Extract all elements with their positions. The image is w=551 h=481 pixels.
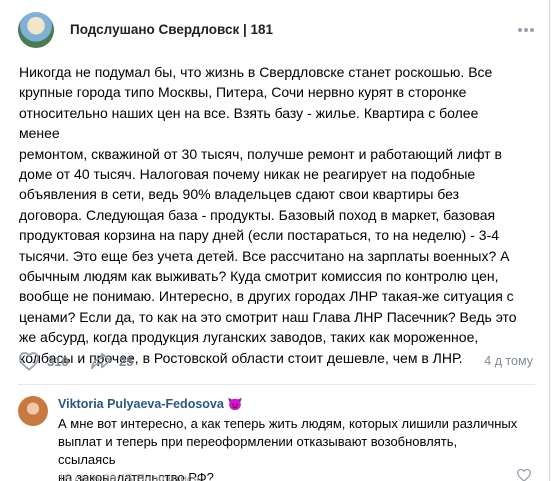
comment-author-name[interactable]: Viktoria Pulyaeva-Fedosova [58, 397, 224, 411]
heart-icon [516, 468, 532, 481]
post-text: Никогда не подумал бы, что жизнь в Сверд… [19, 64, 517, 366]
author-emoji: 😈 [227, 397, 243, 411]
commenter-avatar[interactable] [18, 396, 48, 426]
group-title[interactable]: Подслушано Свердловск | 181 [70, 22, 273, 37]
comment: Viktoria Pulyaeva-Fedosova 😈 А мне вот ин… [18, 396, 538, 481]
post-header: Подслушано Свердловск | 181 [18, 12, 538, 48]
post-actions: 310 25 4 д тому [18, 350, 533, 372]
like-count: 310 [47, 353, 69, 369]
share-button[interactable]: 25 [90, 350, 133, 372]
post-date[interactable]: 4 д тому [484, 354, 533, 368]
heart-icon [18, 352, 40, 371]
comment-author[interactable]: Viktoria Pulyaeva-Fedosova 😈 [58, 397, 243, 411]
comment-like-button[interactable] [516, 468, 532, 481]
comment-meta[interactable]: 15 січ о 20:15 Поділитися [58, 472, 199, 481]
more-icon[interactable] [516, 22, 536, 38]
divider [18, 384, 535, 385]
share-icon [91, 352, 111, 370]
group-avatar[interactable] [18, 12, 54, 48]
share-count: 25 [119, 353, 134, 369]
post-card: Подслушано Свердловск | 181 Никогда не п… [0, 0, 550, 481]
like-button[interactable]: 310 [18, 350, 69, 372]
